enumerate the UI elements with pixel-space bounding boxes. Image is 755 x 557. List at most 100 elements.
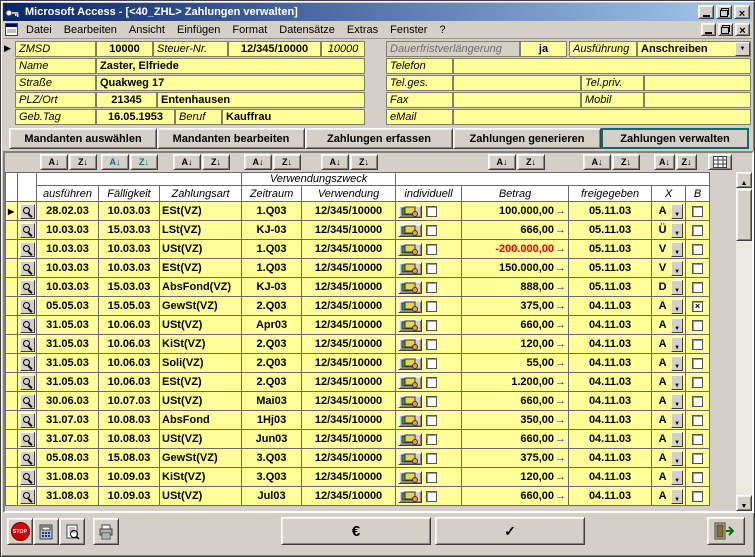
ausfuehren-cell[interactable]: 31.08.03 — [37, 468, 99, 487]
individuell-checkbox[interactable] — [426, 320, 437, 331]
verwendung-cell[interactable]: 12/345/10000 — [302, 297, 396, 316]
individuell-button[interactable] — [398, 281, 422, 294]
faelligkeit-cell[interactable]: 15.03.03 — [99, 278, 160, 297]
verwendung-cell[interactable]: 12/345/10000 — [302, 449, 396, 468]
freigegeben-cell[interactable]: 04.11.03 — [569, 411, 652, 430]
b-checkbox[interactable] — [692, 377, 703, 388]
x-value[interactable]: V — [654, 243, 671, 255]
b-checkbox[interactable] — [692, 339, 703, 350]
goto-arrow-button[interactable] — [554, 224, 566, 236]
zahlungsart-cell[interactable]: Soli(VZ) — [160, 354, 242, 373]
goto-arrow-button[interactable] — [554, 281, 566, 293]
menu-fenster[interactable]: Fenster — [384, 23, 433, 37]
betrag-cell[interactable]: 1.200,00 — [462, 373, 569, 392]
individuell-checkbox[interactable] — [426, 225, 437, 236]
verwendung-cell[interactable]: 12/345/10000 — [302, 392, 396, 411]
individuell-checkbox[interactable] — [426, 263, 437, 274]
x-value[interactable]: A — [654, 376, 671, 388]
zeitraum-cell[interactable]: Jul03 — [242, 487, 302, 506]
individuell-button[interactable] — [398, 357, 422, 370]
fax-field[interactable] — [453, 92, 581, 108]
individuell-checkbox[interactable] — [426, 301, 437, 312]
individuell-button[interactable] — [398, 243, 422, 256]
x-dropdown-button[interactable] — [671, 489, 683, 504]
freigegeben-cell[interactable]: 04.11.03 — [569, 449, 652, 468]
freigegeben-cell[interactable]: 04.11.03 — [569, 373, 652, 392]
ort-field[interactable]: Entenhausen — [157, 92, 365, 108]
faelligkeit-cell[interactable]: 10.06.03 — [99, 316, 160, 335]
faelligkeit-cell[interactable]: 10.06.03 — [99, 373, 160, 392]
ausfuehren-cell[interactable]: 31.08.03 — [37, 487, 99, 506]
b-checkbox[interactable] — [692, 282, 703, 293]
betrag-cell[interactable]: 375,00 — [462, 297, 569, 316]
scroll-thumb[interactable] — [736, 189, 752, 241]
faelligkeit-cell[interactable]: 10.07.03 — [99, 392, 160, 411]
individuell-checkbox[interactable] — [426, 358, 437, 369]
magnifier-button[interactable] — [20, 451, 35, 466]
ausfuehren-cell[interactable]: 05.05.03 — [37, 297, 99, 316]
mdi-restore-button[interactable] — [718, 23, 733, 36]
individuell-button[interactable] — [398, 471, 422, 484]
x-dropdown-button[interactable] — [671, 318, 683, 333]
x-dropdown-button[interactable] — [671, 242, 683, 257]
tab-mandanten-auswaehlen[interactable]: Mandanten auswählen — [9, 128, 157, 149]
faelligkeit-cell[interactable]: 10.03.03 — [99, 240, 160, 259]
b-checkbox[interactable] — [692, 244, 703, 255]
verwendung-cell[interactable]: 12/345/10000 — [302, 202, 396, 221]
faelligkeit-cell[interactable]: 10.06.03 — [99, 354, 160, 373]
ausfuehren-cell[interactable]: 10.03.03 — [37, 221, 99, 240]
freigegeben-cell[interactable]: 05.11.03 — [569, 259, 652, 278]
individuell-button[interactable] — [398, 224, 422, 237]
b-checkbox[interactable] — [692, 415, 703, 426]
zahlungsart-cell[interactable]: ESt(VZ) — [160, 259, 242, 278]
zahlungsart-cell[interactable]: GewSt(VZ) — [160, 449, 242, 468]
betrag-value[interactable]: 375,00 — [464, 300, 554, 312]
zeitraum-cell[interactable]: 1.Q03 — [242, 259, 302, 278]
zeitraum-cell[interactable]: 2.Q03 — [242, 297, 302, 316]
ausfuehren-cell[interactable]: 10.03.03 — [37, 240, 99, 259]
sort-asc-x-button[interactable]: A↓ — [654, 154, 675, 170]
verwendung-cell[interactable]: 12/345/10000 — [302, 259, 396, 278]
verwendung-cell[interactable]: 12/345/10000 — [302, 487, 396, 506]
record-selector-cell[interactable] — [6, 468, 18, 487]
plz-field[interactable]: 21345 — [96, 92, 157, 108]
freigegeben-cell[interactable]: 05.11.03 — [569, 240, 652, 259]
ausfuehren-cell[interactable]: 31.07.03 — [37, 411, 99, 430]
b-checkbox[interactable] — [692, 396, 703, 407]
b-checkbox[interactable] — [692, 358, 703, 369]
zeitraum-cell[interactable]: 2.Q03 — [242, 354, 302, 373]
sort-asc-faelligkeit-button[interactable]: A↓ — [101, 154, 129, 170]
minimize-button[interactable] — [698, 5, 714, 19]
magnifier-button[interactable] — [20, 413, 35, 428]
zeitraum-cell[interactable]: Jun03 — [242, 430, 302, 449]
stop-button[interactable]: STOP — [7, 518, 33, 545]
zahlungsart-cell[interactable]: LSt(VZ) — [160, 221, 242, 240]
individuell-button[interactable] — [398, 338, 422, 351]
b-checkbox[interactable] — [692, 301, 703, 312]
magnifier-button[interactable] — [20, 394, 35, 409]
goto-arrow-button[interactable] — [554, 376, 566, 388]
individuell-checkbox[interactable] — [426, 415, 437, 426]
record-selector-cell[interactable] — [6, 430, 18, 449]
zeitraum-cell[interactable]: Mai03 — [242, 392, 302, 411]
betrag-value[interactable]: 888,00 — [464, 281, 554, 293]
individuell-checkbox[interactable] — [426, 453, 437, 464]
calculator-button[interactable] — [33, 518, 59, 545]
record-selector-cell[interactable] — [6, 411, 18, 430]
individuell-button[interactable] — [398, 395, 422, 408]
email-field[interactable] — [453, 109, 751, 125]
record-selector-cell[interactable] — [6, 373, 18, 392]
menu-extras[interactable]: Extras — [341, 23, 384, 37]
goto-arrow-button[interactable] — [554, 262, 566, 274]
dauerfrist-field[interactable]: ja — [520, 41, 567, 57]
sort-desc-betrag-button[interactable]: Z↓ — [517, 154, 545, 170]
individuell-button[interactable] — [398, 319, 422, 332]
scroll-down-button[interactable] — [736, 495, 752, 511]
x-dropdown-button[interactable] — [671, 280, 683, 295]
b-checkbox[interactable] — [692, 491, 703, 502]
verwendung-cell[interactable]: 12/345/10000 — [302, 278, 396, 297]
faelligkeit-cell[interactable]: 15.08.03 — [99, 449, 160, 468]
betrag-value[interactable]: 100.000,00 — [464, 205, 554, 217]
magnifier-button[interactable] — [20, 375, 35, 390]
b-checkbox[interactable] — [692, 472, 703, 483]
